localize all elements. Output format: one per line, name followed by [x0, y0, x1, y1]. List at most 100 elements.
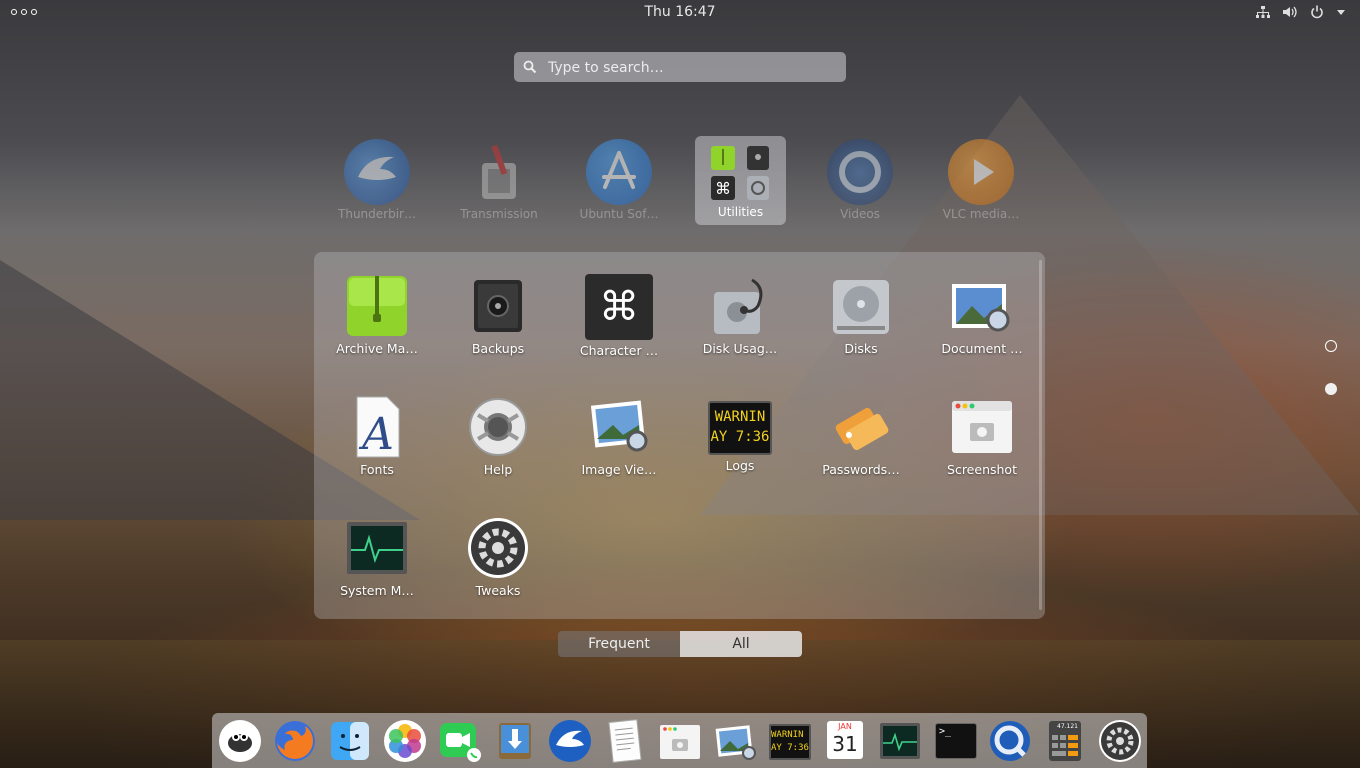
- app-label: Disk Usag…: [702, 341, 778, 356]
- volume-icon[interactable]: [1282, 5, 1298, 19]
- app-label: Thunderbir…: [338, 207, 416, 221]
- app-label: Screenshot: [947, 462, 1017, 477]
- tweaks-icon: [466, 516, 530, 580]
- app-label: Fonts: [360, 462, 394, 477]
- finder-icon[interactable]: [328, 719, 372, 763]
- logs-line-1: WARNIN: [714, 409, 766, 425]
- calendar-month: JAN: [838, 722, 852, 731]
- app-label: Image Vie…: [581, 462, 657, 477]
- app-label: Disks: [844, 341, 878, 356]
- passwords-icon: [829, 395, 893, 459]
- app-label: Help: [483, 462, 513, 477]
- calendar-day: 31: [832, 732, 858, 756]
- app-label: VLC media…: [942, 207, 1020, 221]
- app-label: System M…: [340, 583, 414, 598]
- system-tray[interactable]: [1256, 5, 1346, 19]
- app-tweaks[interactable]: Tweaks: [438, 516, 558, 598]
- image-viewer-icon: [587, 395, 651, 459]
- app-videos[interactable]: Videos: [815, 136, 905, 221]
- svg-text:A: A: [358, 409, 394, 459]
- logs-icon[interactable]: WARNIN AY 7:36: [768, 719, 812, 763]
- utilities-label: Utilities: [717, 205, 764, 219]
- archive-manager-icon: [345, 274, 409, 338]
- app-screenshot[interactable]: Screenshot: [922, 395, 1042, 477]
- dock: WARNIN AY 7:36 JAN 31 >_ 47.121: [212, 713, 1147, 768]
- app-document-viewer[interactable]: Document …: [922, 274, 1042, 356]
- clock[interactable]: Thu 16:47: [0, 4, 1360, 20]
- dock-logs-line-1: WARNIN: [771, 730, 804, 740]
- app-backups[interactable]: Backups: [438, 274, 558, 356]
- vlc-icon: [948, 139, 1014, 205]
- svg-text:⌘: ⌘: [715, 179, 731, 198]
- screenshot-icon[interactable]: [658, 719, 702, 763]
- network-icon[interactable]: [1256, 5, 1270, 19]
- firefox-icon[interactable]: [273, 719, 317, 763]
- calendar-icon[interactable]: JAN 31: [823, 719, 867, 763]
- gimp-icon[interactable]: [218, 719, 262, 763]
- app-image-viewer[interactable]: Image Vie…: [559, 395, 679, 477]
- chevron-down-icon[interactable]: [1336, 5, 1346, 19]
- backups-icon: [466, 274, 530, 338]
- terminal-prompt: >_: [939, 726, 952, 737]
- help-icon: [466, 395, 530, 459]
- app-label: Backups: [471, 341, 525, 356]
- power-icon[interactable]: [1310, 5, 1324, 19]
- char-glyph: ⌘: [599, 284, 639, 330]
- view-tabs: Frequent All: [558, 631, 802, 657]
- system-monitor-icon[interactable]: [878, 719, 922, 763]
- utilities-folder-panel: Archive Ma… Backups ⌘ Character … Disk U…: [314, 252, 1045, 619]
- quicktime-icon[interactable]: [988, 719, 1032, 763]
- app-label: Videos: [840, 207, 880, 221]
- image-viewer-icon[interactable]: [713, 719, 757, 763]
- app-system-monitor[interactable]: System M…: [317, 516, 437, 598]
- installer-icon[interactable]: [493, 719, 537, 763]
- calculator-icon[interactable]: 47.121: [1043, 719, 1087, 763]
- settings-icon[interactable]: [1098, 719, 1142, 763]
- logs-icon: WARNIN AY 7:36: [708, 401, 772, 455]
- app-characters[interactable]: ⌘ Character …: [559, 274, 679, 358]
- app-transmission[interactable]: Transmission: [454, 136, 544, 221]
- photos-icon[interactable]: [383, 719, 427, 763]
- app-label: Logs: [725, 458, 755, 473]
- text-editor-icon[interactable]: [603, 719, 647, 763]
- dock-logs-line-2: AY 7:36: [771, 743, 809, 753]
- top-bar: Thu 16:47: [0, 0, 1360, 26]
- calculator-display: 47.121: [1057, 723, 1078, 730]
- search-box[interactable]: [514, 52, 846, 84]
- page-indicator-1[interactable]: [1325, 340, 1337, 352]
- app-ubuntu-software[interactable]: Ubuntu Sof…: [574, 136, 664, 221]
- app-disks[interactable]: Disks: [801, 274, 921, 356]
- page-indicator-2[interactable]: [1325, 383, 1337, 395]
- app-fonts[interactable]: A Fonts: [317, 395, 437, 477]
- fonts-icon: A: [345, 395, 409, 460]
- utilities-folder-icon: ⌘: [711, 146, 769, 200]
- thunderbird-icon[interactable]: [548, 719, 592, 763]
- terminal-icon[interactable]: >_: [933, 719, 977, 763]
- app-label: Document …: [941, 341, 1023, 356]
- search-input[interactable]: [546, 52, 840, 84]
- utilities-folder[interactable]: ⌘ Utilities: [695, 136, 786, 225]
- transmission-icon: [466, 139, 532, 205]
- app-help[interactable]: Help: [438, 395, 558, 477]
- document-viewer-icon: [950, 274, 1014, 338]
- app-disk-usage[interactable]: Disk Usag…: [680, 274, 800, 356]
- app-archive-manager[interactable]: Archive Ma…: [317, 274, 437, 356]
- system-monitor-icon: [345, 516, 409, 580]
- tab-frequent[interactable]: Frequent: [558, 631, 680, 657]
- app-label: Ubuntu Sof…: [579, 207, 659, 221]
- app-label: Tweaks: [475, 583, 521, 598]
- app-passwords[interactable]: Passwords…: [801, 395, 921, 477]
- app-thunderbird[interactable]: Thunderbir…: [332, 136, 422, 221]
- app-label: Transmission: [460, 207, 538, 221]
- app-label: Character …: [579, 343, 659, 358]
- disks-icon: [829, 274, 893, 338]
- disk-usage-icon: [708, 274, 772, 338]
- facetime-icon[interactable]: [438, 719, 482, 763]
- search-icon: [523, 60, 537, 74]
- tab-all[interactable]: All: [680, 631, 802, 657]
- thunderbird-icon: [344, 139, 410, 205]
- app-logs[interactable]: WARNIN AY 7:36 Logs: [680, 395, 800, 473]
- characters-icon: ⌘: [585, 274, 653, 340]
- app-vlc[interactable]: VLC media…: [936, 136, 1026, 221]
- app-label: Archive Ma…: [336, 341, 418, 356]
